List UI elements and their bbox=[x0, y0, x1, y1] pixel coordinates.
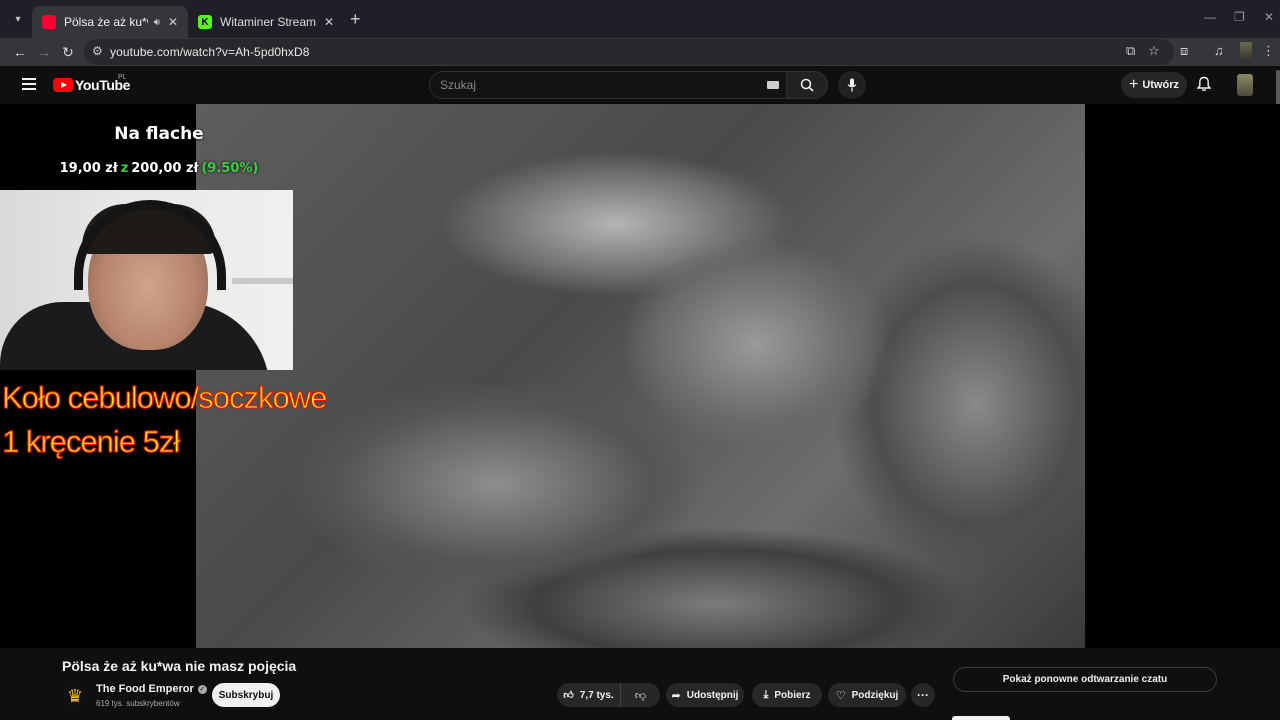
thanks-label: Podziękuj bbox=[851, 689, 899, 701]
bell-icon bbox=[1196, 76, 1212, 92]
site-settings-icon[interactable]: ⚙︎ bbox=[92, 44, 103, 58]
chip-bar-edge bbox=[952, 716, 1010, 720]
search-box bbox=[429, 71, 786, 99]
url-text: youtube.com/watch?v=Ah-5pd0hxD8 bbox=[110, 45, 310, 59]
close-tab-icon[interactable]: ✕ bbox=[168, 15, 178, 29]
like-count: 7,7 tys. bbox=[579, 689, 614, 701]
back-arrow-icon[interactable]: ← bbox=[10, 42, 30, 62]
keyboard-icon[interactable] bbox=[767, 81, 779, 89]
share-arrow-icon: ➦ bbox=[671, 689, 681, 702]
country-code: PL bbox=[118, 74, 127, 81]
youtube-favicon-icon bbox=[42, 15, 56, 29]
thanks-heart-icon: ♡ bbox=[835, 689, 846, 702]
goal-percent: (9.50%) bbox=[201, 161, 259, 176]
create-button[interactable]: + Utwórz bbox=[1121, 72, 1187, 98]
youtube-masthead: YouTube PL + Utwórz bbox=[0, 66, 1280, 104]
search-button[interactable] bbox=[786, 71, 828, 99]
search-icon bbox=[800, 78, 814, 92]
tab-youtube[interactable]: Pölsa że aż ku*wa nie masz 🔊︎ ✕ bbox=[32, 6, 188, 38]
plus-icon: + bbox=[1128, 76, 1139, 93]
dislike-button[interactable]: 👎︎ bbox=[621, 683, 660, 707]
channel-name-text: The Food Emperor bbox=[96, 683, 194, 695]
tab-search-chevron-icon[interactable]: ▾ bbox=[8, 9, 28, 29]
subscriber-count: 619 tys. subskrybentów bbox=[96, 699, 180, 708]
video-player[interactable]: Na flache 19,00 zł z 200,00 zł (9.50%) Koło… bbox=[0, 104, 1280, 648]
media-controls-icon[interactable]: ♫ bbox=[1214, 43, 1224, 58]
create-label: Utwórz bbox=[1142, 79, 1179, 91]
hamburger-menu-icon[interactable] bbox=[22, 78, 36, 90]
minimize-icon[interactable]: — bbox=[1204, 10, 1216, 24]
browser-toolbar: ← → ↻ ⚙︎ youtube.com/watch?v=Ah-5pd0hxD8… bbox=[0, 38, 1280, 66]
like-dislike-group: 👍︎ 7,7 tys. 👎︎ bbox=[557, 683, 660, 707]
share-label: Udostępnij bbox=[686, 689, 739, 701]
wheel-line-1: Koło cebulowo/soczkowe bbox=[1, 380, 327, 416]
tab-title: Pölsa że aż ku*wa nie masz bbox=[64, 15, 148, 29]
channel-avatar[interactable]: ♛ bbox=[62, 683, 88, 709]
donation-goal-progress: 19,00 zł z 200,00 zł (9.50%) bbox=[0, 161, 318, 176]
restore-icon[interactable]: ❐ bbox=[1234, 10, 1245, 24]
kick-favicon-icon: K bbox=[198, 15, 212, 29]
wheel-line-2: 1 kręcenie 5zł bbox=[1, 424, 180, 460]
like-button[interactable]: 👍︎ 7,7 tys. bbox=[557, 683, 621, 707]
video-info-section: Pölsa że aż ku*wa nie masz pojęcia ♛ The… bbox=[0, 648, 1280, 720]
close-tab-icon[interactable]: ✕ bbox=[324, 15, 334, 29]
address-bar[interactable]: ⚙︎ youtube.com/watch?v=Ah-5pd0hxD8 ⧉ ☆ bbox=[84, 39, 1174, 65]
webcam-shelf bbox=[232, 278, 293, 284]
voice-search-button[interactable] bbox=[838, 71, 866, 99]
download-button[interactable]: ⤓ Pobierz bbox=[752, 683, 822, 707]
extensions-icon[interactable]: ⧈ bbox=[1180, 43, 1188, 59]
forward-arrow-icon[interactable]: → bbox=[34, 42, 54, 62]
more-actions-icon[interactable]: ··· bbox=[911, 683, 935, 707]
video-title: Pölsa że aż ku*wa nie masz pojęcia bbox=[62, 658, 297, 674]
thumbs-down-icon: 👎︎ bbox=[634, 689, 647, 702]
microphone-icon bbox=[847, 78, 857, 92]
close-window-icon[interactable]: ✕ bbox=[1264, 10, 1274, 24]
show-chat-replay-button[interactable]: Pokaż ponowne odtwarzanie czatu bbox=[953, 667, 1217, 692]
donation-goal-title: Na flache bbox=[114, 124, 204, 144]
browser-tab-strip: ▾ Pölsa że aż ku*wa nie masz 🔊︎ ✕ K Wita… bbox=[0, 0, 1280, 38]
install-app-icon[interactable]: ⧉ bbox=[1126, 43, 1135, 59]
download-icon: ⤓ bbox=[763, 688, 769, 701]
speaker-icon[interactable]: 🔊︎ bbox=[154, 17, 160, 28]
download-label: Pobierz bbox=[774, 689, 811, 701]
subscribe-button[interactable]: Subskrybuj bbox=[212, 683, 280, 707]
browser-menu-icon[interactable]: ⋮ bbox=[1262, 43, 1275, 59]
thanks-button[interactable]: ♡ Podziękuj bbox=[828, 683, 906, 707]
video-frame[interactable] bbox=[196, 104, 1085, 648]
search-input[interactable] bbox=[440, 77, 760, 93]
goal-target: 200,00 zł bbox=[131, 161, 199, 176]
tab-title: Witaminer Stream - Watch Live bbox=[220, 15, 316, 29]
thumbs-up-icon: 👍︎ bbox=[563, 690, 574, 701]
reload-icon[interactable]: ↻ bbox=[58, 42, 78, 62]
notifications-bell-icon[interactable] bbox=[1196, 76, 1212, 97]
bookmark-star-icon[interactable]: ☆ bbox=[1148, 43, 1160, 59]
goal-current: 19,00 zł bbox=[59, 161, 118, 176]
youtube-play-icon bbox=[53, 78, 73, 92]
new-tab-icon[interactable]: + bbox=[350, 10, 361, 28]
verified-check-icon: ✓ bbox=[197, 685, 207, 694]
tab-kick[interactable]: K Witaminer Stream - Watch Live ✕ bbox=[188, 6, 344, 38]
channel-name[interactable]: The Food Emperor ✓ bbox=[96, 683, 207, 695]
account-avatar[interactable] bbox=[1237, 74, 1253, 96]
wheel-overlay-text: Koło cebulowo/soczkowe 1 kręcenie 5zł bbox=[1, 376, 327, 464]
share-button[interactable]: ➦ Udostępnij bbox=[666, 683, 744, 707]
goal-of: z bbox=[120, 161, 129, 176]
streamer-webcam bbox=[0, 190, 293, 370]
browser-profile-avatar[interactable] bbox=[1240, 42, 1252, 58]
